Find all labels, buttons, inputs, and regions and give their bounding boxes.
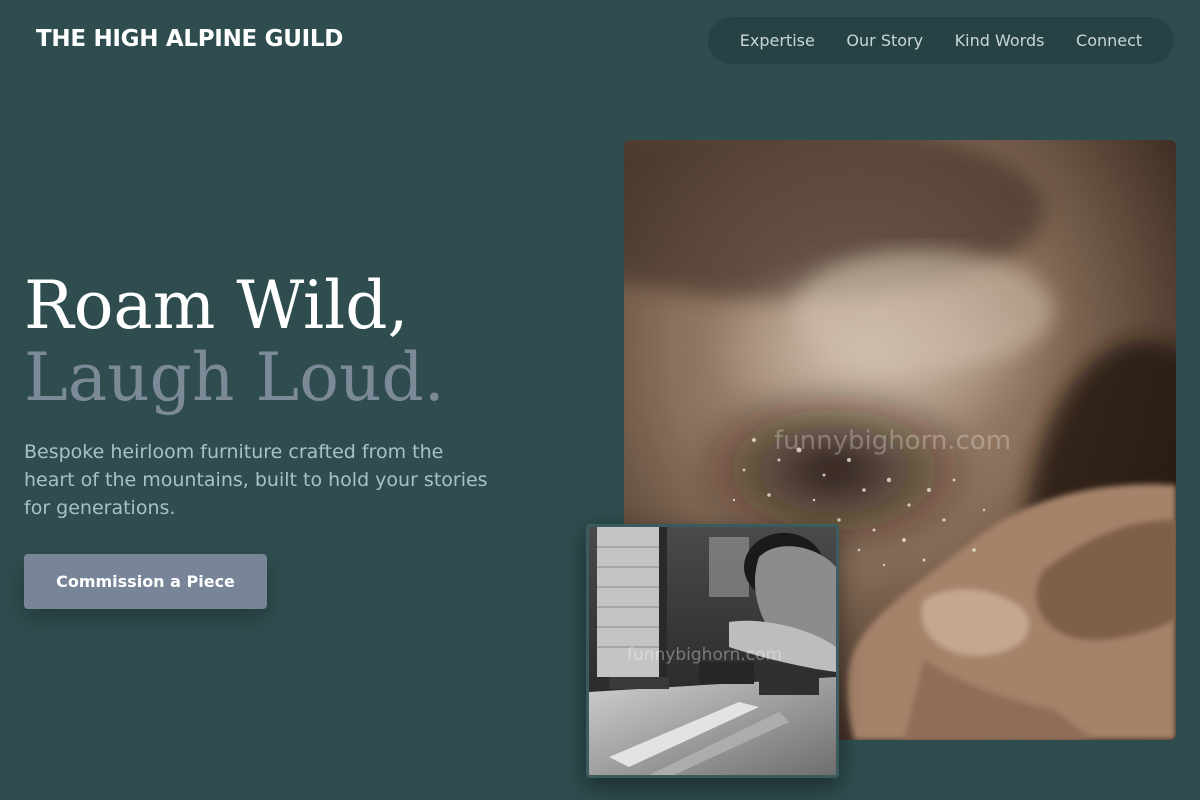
nav-item-kind-words[interactable]: Kind Words [955, 31, 1045, 50]
inset-photo-woodworker: funnybighorn.com [586, 524, 839, 778]
headline-line-2: Laugh Loud. [24, 339, 445, 416]
main-nav: Expertise Our Story Kind Words Connect [708, 17, 1174, 64]
nav-item-connect[interactable]: Connect [1076, 31, 1142, 50]
nav-item-our-story[interactable]: Our Story [846, 31, 923, 50]
hero-subtitle: Bespoke heirloom furniture crafted from … [24, 441, 488, 519]
brand-logo[interactable]: THE HIGH ALPINE GUILD [36, 26, 343, 52]
headline-line-1: Roam Wild, [24, 267, 409, 344]
commission-button[interactable]: Commission a Piece [24, 554, 267, 609]
hero-headline: Roam Wild, Laugh Loud. [24, 270, 445, 414]
nav-item-expertise[interactable]: Expertise [740, 31, 815, 50]
